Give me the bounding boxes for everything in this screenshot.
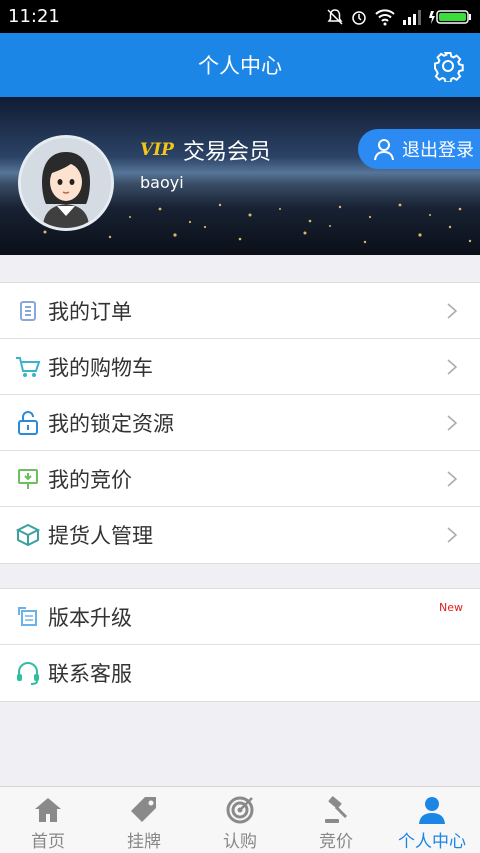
bid-icon (18, 468, 38, 489)
member-type: 交易会员 (183, 140, 272, 165)
menu-item-label: 我的订单 (48, 299, 132, 324)
avatar-illustration (21, 138, 111, 228)
tab-listing[interactable]: 挂牌 (96, 787, 192, 853)
profile-banner: VIP 交易会员 baoyi 退出登录 (0, 97, 480, 255)
menu-item-label: 我的购物车 (48, 355, 153, 380)
tab-home[interactable]: 首页 (0, 787, 96, 853)
status-bar: 11:21 (0, 0, 480, 33)
gear-icon[interactable] (432, 50, 464, 82)
box-icon (15, 523, 41, 547)
upgrade-icon (18, 606, 37, 626)
menu-item-label: 版本升级 (48, 605, 132, 630)
menu-item-orders[interactable]: 我的订单 (0, 283, 480, 339)
bottom-tab-bar: 首页 挂牌 认购 竞价 个人中心 (0, 786, 480, 853)
chevron-right-icon (447, 471, 458, 487)
home-icon (35, 798, 61, 822)
menu-item-label: 联系客服 (48, 662, 132, 686)
status-time: 11:21 (8, 6, 60, 27)
battery-icon (429, 9, 471, 24)
mute-icon (327, 8, 343, 25)
target-icon (226, 796, 254, 824)
tab-label: 认购 (223, 832, 257, 852)
menu-group-secondary: 版本升级 New 联系客服 (0, 588, 480, 702)
user-icon (419, 797, 445, 824)
menu-item-label: 我的竞价 (48, 467, 132, 492)
tab-personal-center[interactable]: 个人中心 (384, 787, 480, 853)
menu-item-cart[interactable]: 我的购物车 (0, 339, 480, 395)
menu-item-locked-resources[interactable]: 我的锁定资源 (0, 395, 480, 451)
avatar[interactable] (18, 135, 114, 231)
menu-item-consignee[interactable]: 提货人管理 (0, 507, 480, 563)
tab-label: 挂牌 (127, 832, 161, 852)
status-icons (326, 8, 472, 26)
username: baoyi (140, 173, 184, 192)
menu-group-main: 我的订单 我的购物车 我的锁定资源 我的竞价 提货人管理 (0, 282, 480, 564)
menu-item-customer-service[interactable]: 联系客服 (0, 645, 480, 701)
chevron-right-icon (447, 303, 458, 319)
tab-label: 首页 (31, 832, 65, 852)
vip-badge: VIP (140, 140, 174, 160)
order-list-icon (20, 300, 36, 321)
chevron-right-icon (447, 359, 458, 375)
chevron-right-icon (447, 527, 458, 543)
lock-icon (18, 410, 38, 435)
menu-item-label: 提货人管理 (48, 524, 153, 548)
page-title: 个人中心 (198, 54, 282, 78)
logout-button[interactable]: 退出登录 (358, 129, 480, 169)
menu-item-label: 我的锁定资源 (48, 411, 174, 436)
tab-bidding[interactable]: 竞价 (288, 787, 384, 853)
signal-icon (403, 9, 421, 25)
shopping-cart-icon (16, 356, 41, 377)
wifi-icon (375, 8, 395, 25)
tag-icon (131, 797, 156, 822)
user-outline-icon (374, 139, 394, 161)
menu-item-upgrade[interactable]: 版本升级 New (0, 589, 480, 645)
tab-label: 个人中心 (398, 832, 466, 852)
menu-item-bids[interactable]: 我的竞价 (0, 451, 480, 507)
tab-label: 竞价 (319, 832, 353, 852)
tab-subscribe[interactable]: 认购 (192, 787, 288, 853)
new-badge: New (439, 601, 463, 614)
logout-label: 退出登录 (402, 140, 474, 161)
gavel-icon (325, 796, 348, 823)
header-bar: 个人中心 (0, 33, 480, 97)
chevron-right-icon (447, 415, 458, 431)
headset-icon (17, 662, 39, 685)
alarm-icon (352, 10, 366, 25)
